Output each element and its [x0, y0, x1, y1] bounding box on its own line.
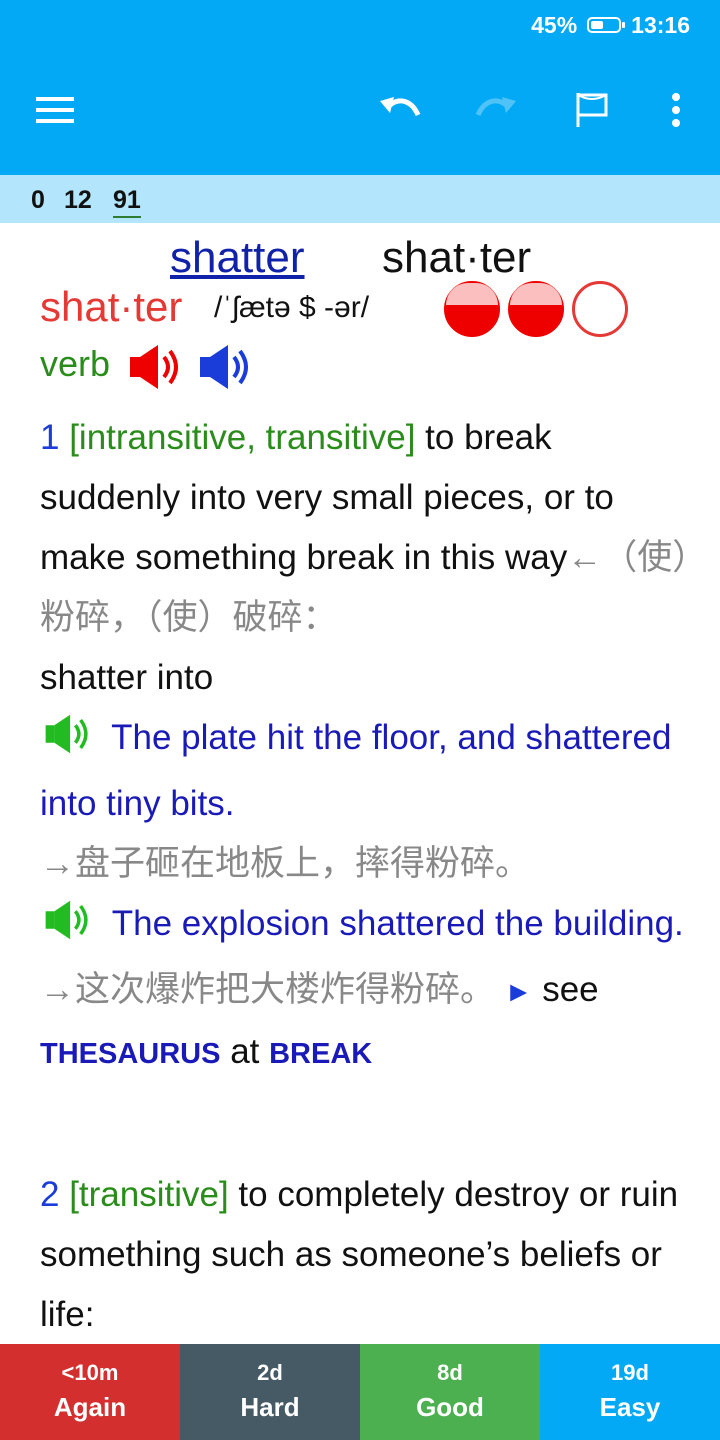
new-count: 0	[31, 186, 45, 214]
flag-icon[interactable]	[562, 80, 622, 140]
xref-see: see	[532, 970, 599, 1009]
grammar-code: [intransitive, transitive]	[69, 418, 416, 457]
again-label: Again	[53, 1392, 127, 1422]
again-button[interactable]: <10m Again	[0, 1344, 180, 1440]
example-2: The explosion shattered the building.	[111, 904, 684, 943]
frequency-dot-empty-icon	[572, 281, 628, 337]
hard-label: Hard	[240, 1392, 300, 1422]
headword-row: shatter shat·ter	[170, 233, 531, 283]
card-counts: 0 12 91	[0, 175, 720, 223]
grammar-code: [transitive]	[69, 1175, 229, 1214]
hard-interval: 2d	[257, 1360, 283, 1385]
good-label: Good	[416, 1392, 484, 1422]
status-bar: 45% 13:16	[531, 10, 690, 40]
xref-arrow-icon: ►	[504, 976, 533, 1007]
frequency-dot-icon	[444, 281, 500, 337]
example-1-chinese: →盘子砸在地板上，摔得粉碎。	[40, 844, 531, 883]
example-1: The plate hit the floor, and shattered i…	[40, 718, 672, 823]
easy-interval: 19d	[611, 1360, 649, 1385]
battery-percent: 45%	[531, 11, 578, 38]
learning-count: 12	[64, 186, 92, 214]
pronunciation: /ˈʃætə $ -ər/	[214, 291, 370, 324]
headword-line: shat·ter /ˈʃætə $ -ər/	[40, 281, 690, 337]
undo-icon[interactable]	[370, 80, 430, 140]
speaker-green-icon[interactable]	[40, 713, 102, 774]
redo-icon[interactable]	[466, 80, 526, 140]
clock: 13:16	[631, 11, 690, 38]
again-interval: <10m	[61, 1360, 119, 1385]
review-count: 91	[113, 186, 141, 218]
xref-thesaurus[interactable]: THESAURUS	[40, 1038, 220, 1070]
sense-number: 1	[40, 418, 60, 457]
speaker-blue-icon[interactable]	[198, 343, 260, 396]
good-button[interactable]: 8d Good	[360, 1344, 540, 1440]
headword-link[interactable]: shatter	[170, 233, 305, 282]
easy-button[interactable]: 19d Easy	[540, 1344, 720, 1440]
app-bar: 45% 13:16	[0, 0, 720, 175]
hamburger-icon[interactable]	[26, 80, 86, 140]
collocation: shatter into	[40, 658, 214, 697]
hard-button[interactable]: 2d Hard	[180, 1344, 360, 1440]
example-2-chinese: →这次爆炸把大楼炸得粉碎。	[40, 970, 496, 1009]
review-buttons: <10m Again 2d Hard 8d Good 19d Easy	[0, 1344, 720, 1440]
more-vert-icon[interactable]	[646, 80, 706, 140]
frequency-dot-icon	[508, 281, 564, 337]
good-interval: 8d	[437, 1360, 463, 1385]
speaker-red-icon[interactable]	[128, 343, 190, 396]
xref-at: at	[220, 1032, 270, 1071]
battery-icon	[587, 17, 626, 33]
sense-2: 2 [transitive] to completely destroy or …	[40, 1165, 690, 1345]
sense-number: 2	[40, 1175, 60, 1214]
speaker-green-icon[interactable]	[40, 899, 102, 960]
xref-break[interactable]: BREAK	[269, 1038, 372, 1070]
headword-red: shat·ter	[40, 283, 183, 330]
sense-1: 1 [intransitive, transitive] to break su…	[40, 408, 690, 1084]
easy-label: Easy	[599, 1392, 661, 1422]
headword: shat·ter	[382, 233, 532, 282]
part-of-speech: verb	[40, 343, 111, 384]
